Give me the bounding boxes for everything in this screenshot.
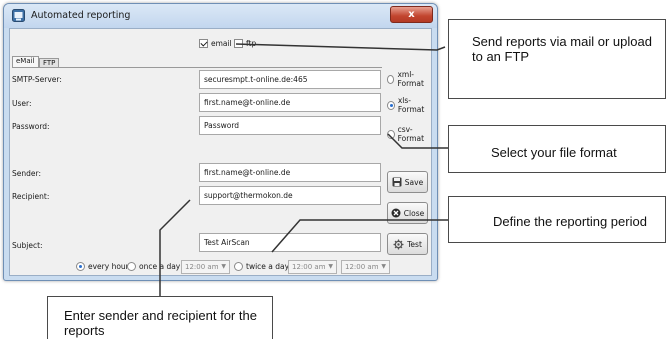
callout-send-reports: Send reports via mail or upload to an FT…: [448, 19, 666, 99]
callout-send-text: Send reports via mail or upload to an FT…: [472, 34, 652, 64]
connector-send: [235, 43, 446, 51]
callout-format-text: Select your file format: [491, 145, 617, 160]
callout-sender-text: Enter sender and recipient for the repor…: [64, 308, 257, 338]
callout-file-format: Select your file format: [448, 125, 666, 173]
connector-format: [387, 133, 448, 149]
callout-reporting-period: Define the reporting period: [448, 196, 666, 243]
callout-sender-recipient: Enter sender and recipient for the repor…: [47, 296, 273, 339]
callout-period-text: Define the reporting period: [493, 214, 647, 229]
connector-period: [271, 219, 448, 253]
connector-sender: [159, 199, 191, 296]
